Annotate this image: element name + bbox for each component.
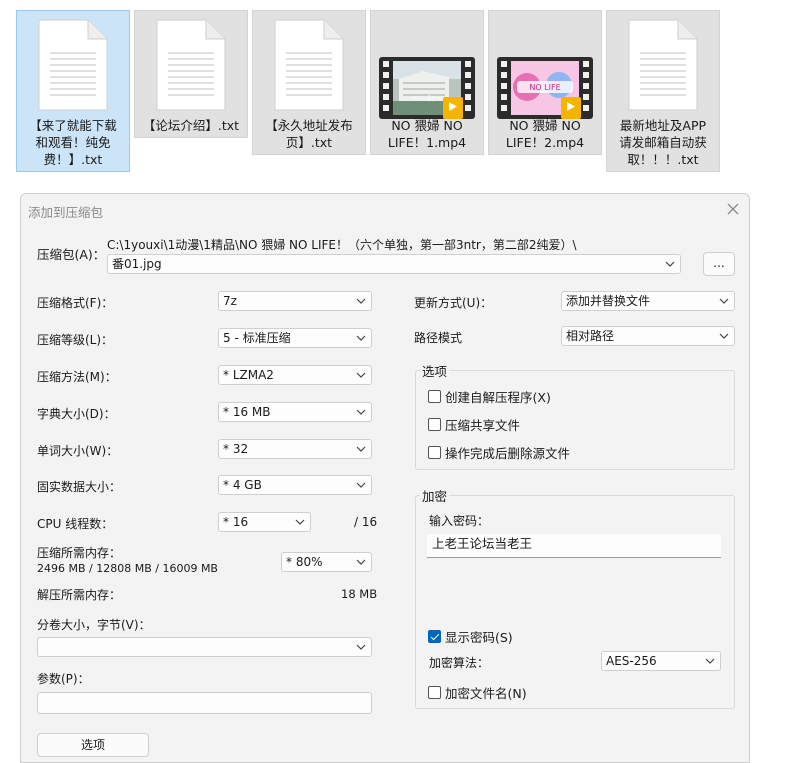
svg-text:NO LIFE: NO LIFE — [529, 83, 560, 92]
method-select[interactable]: * LZMA2 — [218, 365, 372, 385]
volume-select[interactable] — [37, 637, 372, 657]
file-name: 【来了就能下载 和观看！纯免 费！】.txt — [29, 118, 117, 167]
encryption-method-label: 加密算法： — [429, 656, 490, 670]
chevron-down-icon — [719, 329, 729, 345]
password-label: 输入密码： — [429, 514, 490, 528]
checkbox[interactable] — [428, 446, 441, 459]
text-file-icon — [274, 11, 344, 111]
svg-text:〜ﾝｰｽｲ〜: 〜ﾝｰｽｲ〜 — [411, 94, 443, 103]
checkbox[interactable] — [428, 418, 441, 431]
mem-decomp-value: 18 MB — [341, 587, 378, 601]
browse-button[interactable]: ... — [703, 252, 735, 276]
sfx-option[interactable]: 创建自解压程序(X) — [428, 387, 551, 406]
file-name: NO 猥婦 NO LIFE！2.mp4 — [505, 118, 585, 150]
checkbox[interactable] — [428, 390, 441, 403]
params-label: 参数(P)： — [37, 672, 90, 686]
level-select[interactable]: 5 - 标准压缩 — [218, 328, 372, 348]
checkbox-checked[interactable] — [428, 630, 441, 643]
show-password-option[interactable]: 显示密码(S) — [428, 627, 513, 646]
update-value: 添加并替换文件 — [566, 294, 651, 308]
params-input[interactable] — [37, 692, 372, 714]
path-mode-select[interactable]: 相对路径 — [561, 326, 735, 346]
volume-label: 分卷大小，字节(V)： — [37, 618, 151, 632]
chevron-down-icon — [356, 331, 366, 347]
chevron-down-icon — [665, 257, 675, 273]
encryption-method-select[interactable]: AES-256 — [601, 651, 721, 671]
chevron-down-icon — [356, 640, 366, 656]
chevron-down-icon — [356, 555, 366, 571]
text-file-icon — [628, 11, 698, 111]
cpu-total: / 16 — [354, 515, 378, 529]
password-input[interactable]: 上老王论坛当老王 — [427, 534, 721, 558]
cpu-label: CPU 线程数： — [37, 517, 114, 531]
file-name: 【永久地址发布 页】.txt — [265, 118, 353, 150]
text-file-icon — [156, 11, 226, 111]
chevron-down-icon — [295, 515, 305, 531]
dict-value: * 16 MB — [223, 405, 271, 419]
mem-percent-select[interactable]: * 80% — [281, 552, 372, 572]
options-button[interactable]: 选项 — [37, 733, 149, 757]
file-tile[interactable]: NO LIFE NO 猥婦 NO LIFE！2.mp4 — [488, 10, 602, 155]
checkbox[interactable] — [428, 686, 441, 699]
chevron-down-icon — [356, 478, 366, 494]
method-value: * LZMA2 — [223, 368, 274, 382]
word-label: 单词大小(W)： — [37, 444, 119, 458]
dialog-title: 添加到压缩包 — [28, 205, 104, 220]
delete-source-option[interactable]: 操作完成后删除源文件 — [428, 443, 570, 462]
shared-files-option[interactable]: 压缩共享文件 — [428, 415, 520, 434]
encryption-group-title: 加密 — [420, 486, 450, 505]
encrypt-filenames-option[interactable]: 加密文件名(N) — [428, 683, 527, 702]
file-tile[interactable]: 〜ﾝｰｽｲ〜 NO 猥婦 NO LIFE！1.mp4 — [370, 10, 484, 155]
update-select[interactable]: 添加并替换文件 — [561, 291, 735, 311]
cpu-select[interactable]: * 16 — [218, 512, 311, 532]
archive-name-value: 番01.jpg — [112, 257, 162, 271]
level-value: 5 - 标准压缩 — [223, 331, 291, 345]
mem-decomp-label: 解压所需内存： — [37, 588, 122, 602]
chevron-down-icon — [356, 442, 366, 458]
file-name: 最新地址及APP 请发邮箱自动获 取！！！.txt — [619, 118, 707, 167]
file-tile[interactable]: 【永久地址发布 页】.txt — [252, 10, 366, 155]
close-icon[interactable] — [723, 199, 743, 219]
format-select[interactable]: 7z — [218, 291, 372, 311]
file-name: 【论坛介绍】.txt — [142, 118, 240, 133]
format-label: 压缩格式(F)： — [37, 296, 114, 310]
chevron-down-icon — [719, 294, 729, 310]
chevron-down-icon — [705, 654, 715, 670]
encryption-method-value: AES-256 — [606, 654, 657, 668]
add-to-archive-dialog: 添加到压缩包 压缩包(A)： C:\1youxi\1动漫\1精品\NO 猥婦 N… — [20, 193, 750, 763]
file-name: NO 猥婦 NO LIFE！1.mp4 — [387, 118, 467, 150]
cpu-value: * 16 — [223, 515, 249, 529]
mem-percent-value: * 80% — [286, 555, 323, 569]
file-tile[interactable]: 【论坛介绍】.txt — [134, 10, 248, 138]
dict-select[interactable]: * 16 MB — [218, 402, 372, 422]
level-label: 压缩等级(L)： — [37, 333, 114, 347]
archive-path: C:\1youxi\1动漫\1精品\NO 猥婦 NO LIFE！（六个单独，第一… — [107, 238, 577, 252]
file-tile[interactable]: 最新地址及APP 请发邮箱自动获 取！！！.txt — [606, 10, 720, 172]
format-value: 7z — [223, 294, 237, 308]
mem-comp-label: 压缩所需内存： — [37, 546, 122, 560]
method-label: 压缩方法(M)： — [37, 370, 117, 384]
archive-label: 压缩包(A)： — [37, 247, 106, 262]
word-value: * 32 — [223, 442, 249, 456]
solid-label: 固实数据大小： — [37, 480, 122, 494]
chevron-down-icon — [356, 405, 366, 421]
file-tile[interactable]: 【来了就能下载 和观看！纯免 费！】.txt — [16, 10, 130, 172]
mem-comp-detail: 2496 MB / 12808 MB / 16009 MB — [37, 562, 218, 575]
options-group-title: 选项 — [420, 361, 450, 380]
dict-label: 字典大小(D)： — [37, 407, 116, 421]
update-label: 更新方式(U)： — [414, 296, 493, 310]
text-file-icon — [38, 11, 108, 111]
solid-value: * 4 GB — [223, 478, 262, 492]
path-mode-label: 路径模式 — [414, 331, 463, 345]
chevron-down-icon — [356, 368, 366, 384]
path-mode-value: 相对路径 — [566, 329, 615, 343]
archive-name-combo[interactable]: 番01.jpg — [107, 254, 681, 274]
solid-select[interactable]: * 4 GB — [218, 475, 372, 495]
chevron-down-icon — [356, 294, 366, 310]
word-select[interactable]: * 32 — [218, 439, 372, 459]
